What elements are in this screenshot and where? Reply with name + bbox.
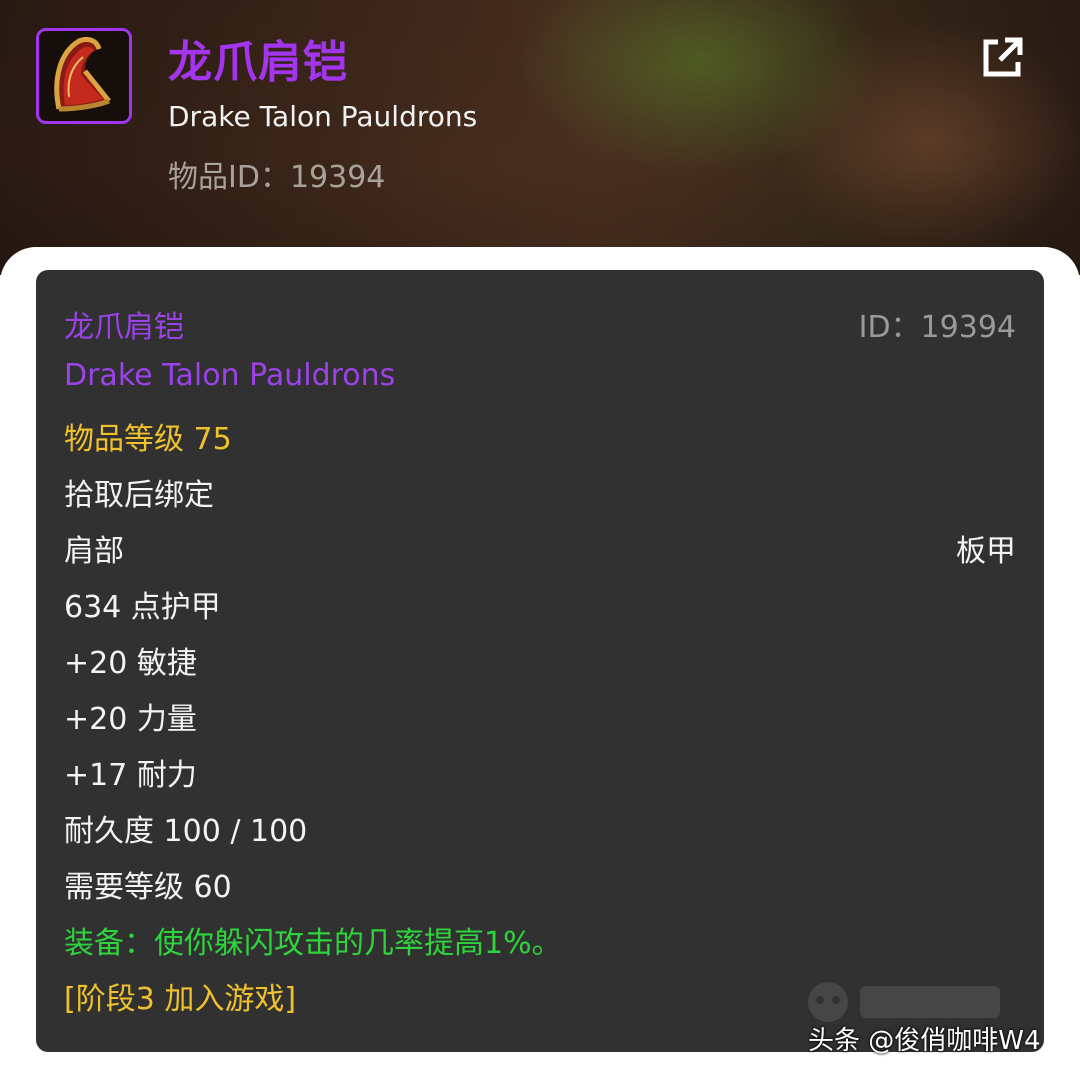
watermark-credit: 头条 @俊俏咖啡W4 xyxy=(808,1026,1041,1056)
tooltip-stat-agility: +20 敏捷 xyxy=(64,646,197,681)
item-title-chinese: 龙爪肩铠 xyxy=(168,37,348,88)
item-id-label: 物品ID：19394 xyxy=(168,160,386,195)
tooltip-stat-stamina: +17 耐力 xyxy=(64,758,197,793)
item-tooltip: 龙爪肩铠 ID：19394 Drake Talon Pauldrons 物品等级… xyxy=(36,270,1044,1052)
tooltip-bind-type: 拾取后绑定 xyxy=(64,478,214,513)
tooltip-item-id: ID：19394 xyxy=(858,310,1016,345)
watermark-logo xyxy=(808,982,1000,1022)
tooltip-armor-type: 板甲 xyxy=(956,534,1016,569)
tooltip-stat-strength: +20 力量 xyxy=(64,702,197,737)
external-link-icon[interactable] xyxy=(978,34,1026,82)
header-overlay xyxy=(0,0,1080,275)
tooltip-name-chinese: 龙爪肩铠 xyxy=(64,310,184,345)
tooltip-required-level: 需要等级 60 xyxy=(64,870,232,905)
tooltip-phase: [阶段3 加入游戏] xyxy=(64,982,297,1017)
pauldron-icon xyxy=(36,28,132,124)
tooltip-durability: 耐久度 100 / 100 xyxy=(64,814,308,849)
item-title-english: Drake Talon Pauldrons xyxy=(168,100,478,133)
tooltip-slot: 肩部 xyxy=(64,534,124,569)
tooltip-name-english: Drake Talon Pauldrons xyxy=(64,358,396,393)
tooltip-item-level: 物品等级 75 xyxy=(64,422,232,457)
tooltip-equip-effect: 装备：使你躲闪攻击的几率提高1%。 xyxy=(64,926,562,961)
tooltip-armor-value: 634 点护甲 xyxy=(64,590,221,625)
